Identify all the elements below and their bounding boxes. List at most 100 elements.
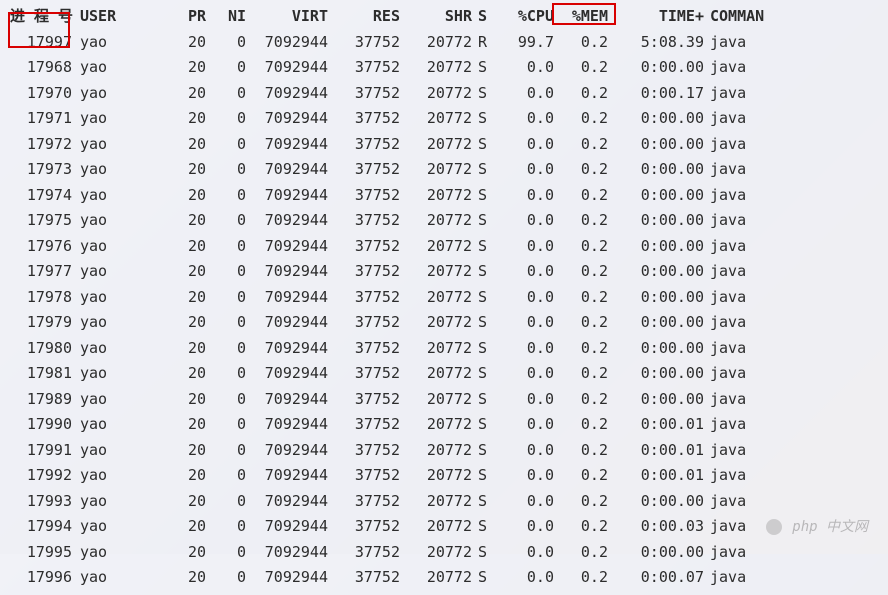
cell-virt: 7092944 (246, 183, 328, 209)
cell-state: S (472, 157, 492, 183)
cell-virt: 7092944 (246, 81, 328, 107)
process-row: 17975yao20070929443775220772S0.00.20:00.… (10, 208, 878, 234)
cell-res: 37752 (328, 361, 400, 387)
process-row: 17989yao20070929443775220772S0.00.20:00.… (10, 387, 878, 413)
process-list-terminal: 进 程 号 USER PR NI VIRT RES SHR S %CPU %ME… (0, 0, 888, 595)
process-row: 17973yao20070929443775220772S0.00.20:00.… (10, 157, 878, 183)
cell-pr: 20 (128, 310, 206, 336)
cell-pr: 20 (128, 157, 206, 183)
cell-mem: 0.2 (554, 463, 608, 489)
cell-pr: 20 (128, 106, 206, 132)
cell-mem: 0.2 (554, 489, 608, 515)
cell-cpu: 0.0 (492, 106, 554, 132)
cell-time: 0:00.03 (608, 514, 704, 540)
cell-pr: 20 (128, 234, 206, 260)
cell-state: S (472, 285, 492, 311)
cell-res: 37752 (328, 310, 400, 336)
cell-shr: 20772 (400, 234, 472, 260)
cell-command: java (704, 387, 778, 413)
cell-pr: 20 (128, 540, 206, 566)
cell-virt: 7092944 (246, 234, 328, 260)
cell-virt: 7092944 (246, 310, 328, 336)
process-row: 17994yao20070929443775220772S0.00.20:00.… (10, 514, 878, 540)
cell-mem: 0.2 (554, 438, 608, 464)
cell-mem: 0.2 (554, 361, 608, 387)
cell-pid: 17974 (10, 183, 74, 209)
cell-pid: 17979 (10, 310, 74, 336)
cell-ni: 0 (206, 336, 246, 362)
process-row: 17977yao20070929443775220772S0.00.20:00.… (10, 259, 878, 285)
cell-command: java (704, 208, 778, 234)
cell-virt: 7092944 (246, 412, 328, 438)
cell-res: 37752 (328, 55, 400, 81)
cell-pr: 20 (128, 259, 206, 285)
cell-pid: 17970 (10, 81, 74, 107)
process-rows-container: 17997yao20070929443775220772R99.70.25:08… (10, 30, 878, 591)
cell-ni: 0 (206, 157, 246, 183)
cell-shr: 20772 (400, 30, 472, 56)
cell-shr: 20772 (400, 336, 472, 362)
cell-command: java (704, 412, 778, 438)
cell-time: 0:00.00 (608, 259, 704, 285)
cell-user: yao (74, 259, 128, 285)
cell-command: java (704, 336, 778, 362)
cell-virt: 7092944 (246, 106, 328, 132)
cell-ni: 0 (206, 387, 246, 413)
cell-state: S (472, 489, 492, 515)
cell-state: S (472, 183, 492, 209)
cell-ni: 0 (206, 463, 246, 489)
cell-virt: 7092944 (246, 132, 328, 158)
cell-mem: 0.2 (554, 157, 608, 183)
cell-shr: 20772 (400, 132, 472, 158)
cell-cpu: 0.0 (492, 387, 554, 413)
cell-shr: 20772 (400, 310, 472, 336)
watermark-text: php 中文网 (792, 519, 868, 535)
process-row: 17991yao20070929443775220772S0.00.20:00.… (10, 438, 878, 464)
header-shr: SHR (400, 4, 472, 30)
cell-user: yao (74, 30, 128, 56)
cell-state: R (472, 30, 492, 56)
cell-state: S (472, 208, 492, 234)
cell-ni: 0 (206, 106, 246, 132)
cell-shr: 20772 (400, 514, 472, 540)
cell-pr: 20 (128, 463, 206, 489)
cell-res: 37752 (328, 489, 400, 515)
cell-command: java (704, 361, 778, 387)
cell-res: 37752 (328, 106, 400, 132)
cell-pid: 17990 (10, 412, 74, 438)
cell-shr: 20772 (400, 285, 472, 311)
cell-command: java (704, 234, 778, 260)
cell-res: 37752 (328, 208, 400, 234)
cell-time: 0:00.00 (608, 285, 704, 311)
cell-shr: 20772 (400, 55, 472, 81)
cell-cpu: 0.0 (492, 55, 554, 81)
cell-shr: 20772 (400, 438, 472, 464)
cell-command: java (704, 259, 778, 285)
cell-user: yao (74, 157, 128, 183)
cell-user: yao (74, 55, 128, 81)
cell-pid: 17981 (10, 361, 74, 387)
cell-user: yao (74, 361, 128, 387)
process-row: 17981yao20070929443775220772S0.00.20:00.… (10, 361, 878, 387)
cell-user: yao (74, 463, 128, 489)
cell-pid: 17968 (10, 55, 74, 81)
cell-time: 0:00.00 (608, 387, 704, 413)
cell-mem: 0.2 (554, 132, 608, 158)
cell-virt: 7092944 (246, 55, 328, 81)
cell-state: S (472, 81, 492, 107)
cell-mem: 0.2 (554, 336, 608, 362)
cell-pr: 20 (128, 285, 206, 311)
cell-virt: 7092944 (246, 438, 328, 464)
cell-ni: 0 (206, 234, 246, 260)
cell-virt: 7092944 (246, 157, 328, 183)
cell-virt: 7092944 (246, 361, 328, 387)
cell-state: S (472, 106, 492, 132)
cell-mem: 0.2 (554, 30, 608, 56)
cell-res: 37752 (328, 81, 400, 107)
cell-shr: 20772 (400, 412, 472, 438)
cell-res: 37752 (328, 132, 400, 158)
cell-state: S (472, 310, 492, 336)
cell-command: java (704, 565, 778, 591)
cell-pid: 17997 (10, 30, 74, 56)
cell-cpu: 0.0 (492, 438, 554, 464)
